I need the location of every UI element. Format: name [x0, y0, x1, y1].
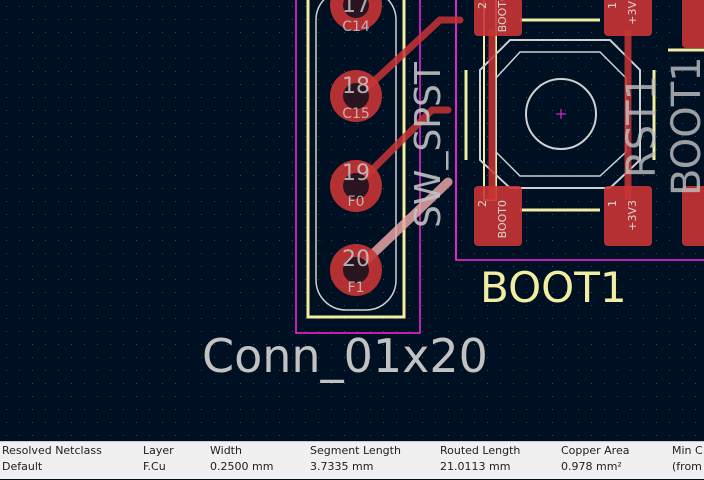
- svg-text:1: 1: [606, 200, 619, 207]
- switch-fab-ref-rst: RST1: [619, 75, 665, 178]
- status-label: Resolved Netclass: [2, 444, 102, 457]
- status-value: 0.2500 mm: [210, 460, 274, 473]
- svg-text:2: 2: [476, 2, 489, 9]
- status-value: (from: [672, 460, 702, 473]
- status-value: 3.7335 mm: [310, 460, 374, 473]
- pad-19-number: 19: [342, 161, 370, 186]
- switch-value-text: SW_SPST: [408, 61, 449, 228]
- svg-text:1: 1: [606, 2, 619, 9]
- smd-pad-boot0-bottom[interactable]: 2 BOOT0: [474, 186, 522, 246]
- boot1-reference-label: BOOT1: [480, 263, 627, 312]
- status-label: Min C: [672, 444, 703, 457]
- status-value: 0.978 mm²: [561, 460, 622, 473]
- status-bar: Resolved Netclass Default Layer F.Cu Wid…: [0, 441, 704, 479]
- status-label: Routed Length: [440, 444, 521, 457]
- status-value: Default: [2, 460, 43, 473]
- pad-18-number: 18: [342, 74, 370, 99]
- smd-pad-3v3-top[interactable]: 1 +3V3: [604, 0, 652, 36]
- status-label: Layer: [143, 444, 174, 457]
- svg-text:+3V3: +3V3: [626, 200, 639, 231]
- status-label: Segment Length: [310, 444, 401, 457]
- switch-fab-ref-boot: BOOT1: [664, 56, 704, 196]
- status-value: 21.0113 mm: [440, 460, 511, 473]
- svg-text:BOOT0: BOOT0: [496, 0, 509, 32]
- pad-18-net: C15: [342, 106, 370, 122]
- smd-pad-right-top[interactable]: [682, 0, 704, 48]
- pad-19-net: F0: [348, 194, 365, 210]
- status-label: Copper Area: [561, 444, 630, 457]
- status-label: Width: [210, 444, 242, 457]
- svg-text:2: 2: [476, 200, 489, 207]
- connector-value-label: Conn_01x20: [202, 329, 488, 383]
- svg-text:+3V3: +3V3: [626, 0, 639, 25]
- pad-17-number: 17: [342, 0, 370, 18]
- svg-text:BOOT0: BOOT0: [496, 200, 509, 238]
- smd-pad-boot0-top[interactable]: 2 BOOT0: [474, 0, 522, 36]
- pad-17-net: C14: [342, 19, 370, 35]
- pad-20-net: F1: [348, 280, 365, 296]
- smd-pad-3v3-bottom[interactable]: 1 +3V3: [604, 186, 652, 246]
- status-value: F.Cu: [143, 460, 166, 473]
- pcb-canvas[interactable]: 17 C14 18 C15 19 F0 20 F1 2 BOOT0 1 +3V3…: [0, 0, 704, 441]
- pad-20-number: 20: [342, 247, 370, 272]
